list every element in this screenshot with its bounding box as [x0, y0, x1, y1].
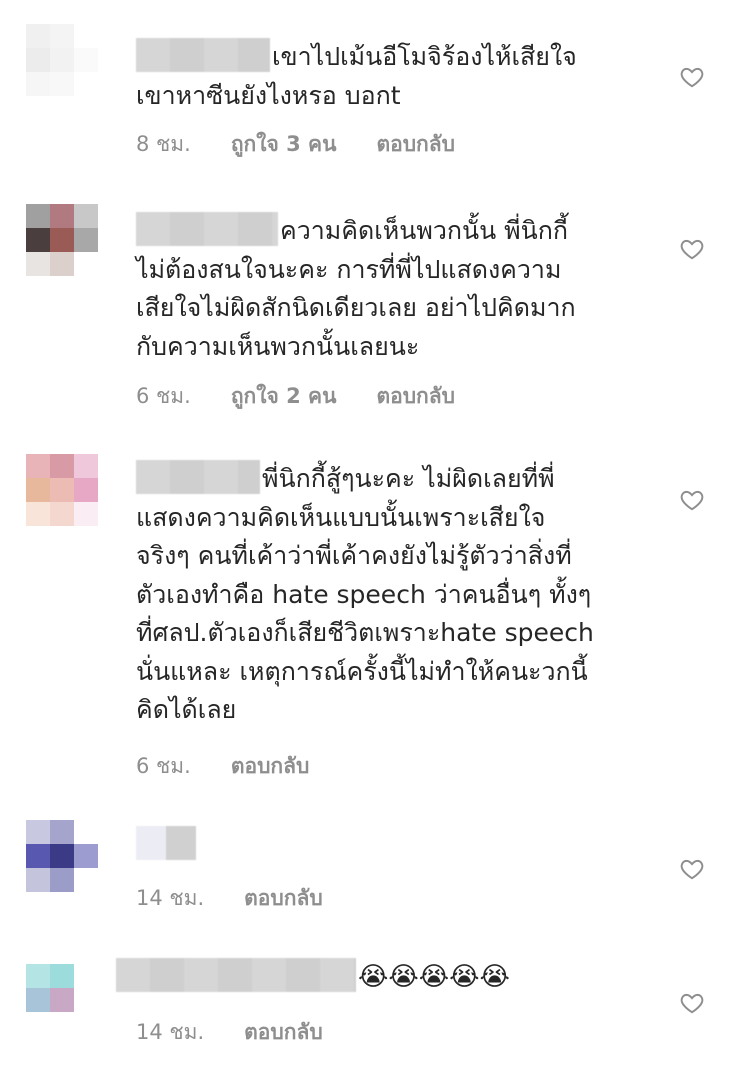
comment-time: 14 ชม. — [136, 886, 205, 910]
comment-meta: 6 ชม. ตอบกลับ — [136, 750, 309, 783]
heart-icon[interactable] — [679, 64, 705, 90]
likes-count[interactable]: ถูกใจ 3 คน — [231, 128, 337, 161]
reply-button[interactable]: ตอบกลับ — [244, 1016, 323, 1049]
comment-body: เขาไปเม้นอีโมจิร้องไห้เสียใจ เขาหาซีนยัง… — [136, 38, 656, 115]
comment-meta: 14 ชม. ตอบกลับ — [136, 1016, 323, 1049]
heart-icon[interactable] — [679, 236, 705, 262]
comment-meta: 14 ชม. ตอบกลับ — [136, 882, 323, 915]
comment-body: ความคิดเห็นพวกนั้น พี่นิกกี้ ไม่ต้องสนใจ… — [136, 212, 656, 366]
heart-icon[interactable] — [679, 990, 705, 1016]
comment-meta: 8 ชม. ถูกใจ 3 คน ตอบกลับ — [136, 128, 455, 161]
username-blurred[interactable] — [136, 460, 260, 494]
username-blurred[interactable] — [136, 826, 196, 860]
comment-time: 6 ชม. — [136, 384, 191, 408]
reply-button[interactable]: ตอบกลับ — [231, 750, 310, 783]
heart-icon[interactable] — [679, 487, 705, 513]
comment-body: พี่นิกกี้สู้ๆนะคะ ไม่ผิดเลยที่พี่ แสดงคว… — [136, 460, 656, 730]
comment-time: 8 ชม. — [136, 132, 191, 156]
username-blurred[interactable] — [136, 38, 270, 72]
comment-body: 😭😭😭😭😭 — [116, 958, 716, 997]
avatar[interactable] — [26, 24, 98, 96]
avatar[interactable] — [26, 964, 98, 1036]
reply-button[interactable]: ตอบกลับ — [376, 128, 455, 161]
reply-button[interactable]: ตอบกลับ — [376, 380, 455, 413]
comment-text: 😭😭😭😭😭 — [358, 962, 510, 992]
comment-time: 6 ชม. — [136, 754, 191, 778]
comment-body — [136, 826, 656, 865]
comment-text: พี่นิกกี้สู้ๆนะคะ ไม่ผิดเลยที่พี่ แสดงคว… — [136, 464, 594, 724]
likes-count[interactable]: ถูกใจ 2 คน — [231, 380, 337, 413]
comment-meta: 6 ชม. ถูกใจ 2 คน ตอบกลับ — [136, 380, 455, 413]
comment-time: 14 ชม. — [136, 1020, 205, 1044]
heart-icon[interactable] — [679, 856, 705, 882]
reply-button[interactable]: ตอบกลับ — [244, 882, 323, 915]
avatar[interactable] — [26, 454, 98, 526]
avatar[interactable] — [26, 204, 98, 276]
username-blurred[interactable] — [136, 212, 278, 246]
avatar[interactable] — [26, 820, 98, 892]
username-blurred[interactable] — [116, 958, 356, 992]
